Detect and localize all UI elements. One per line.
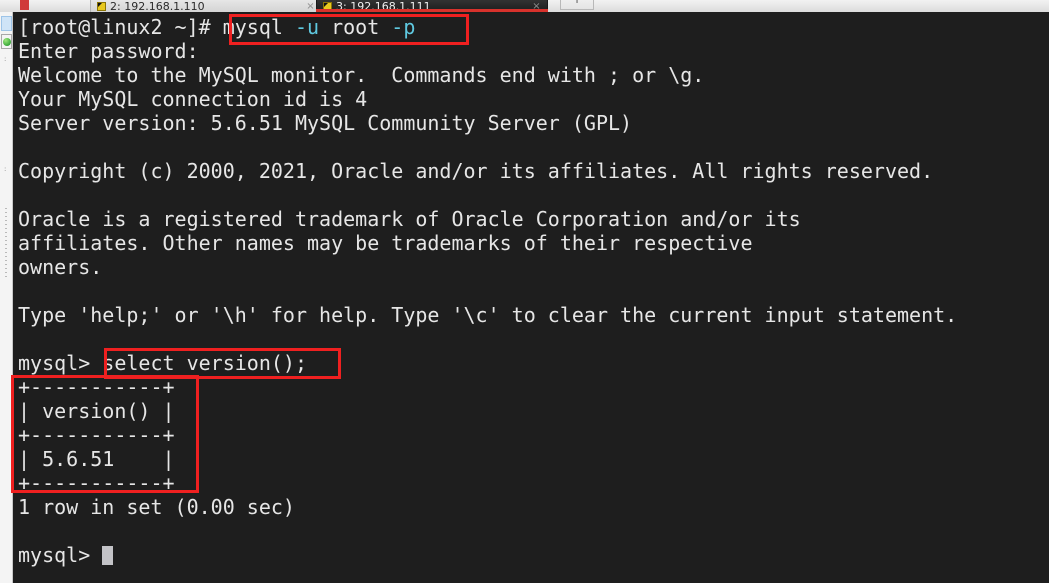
new-tab-button[interactable]: + <box>560 0 594 10</box>
terminal-text: select version(); <box>102 351 307 375</box>
terminal-text: mysql> <box>18 543 103 567</box>
tab-strip: 2: 192.168.1.110 × 3: 192.168.1.111 × + <box>0 0 1049 12</box>
line-final-prompt: mysql> <box>18 543 1049 567</box>
terminal-text: | 5.6.51 | <box>18 447 175 471</box>
line-blank-2 <box>18 183 1049 207</box>
terminal-text: Enter password: <box>18 39 199 63</box>
line-prompt-mysql-login: [root@linux2 ~]# mysql -u root -p <box>18 15 1049 39</box>
line-trademark-2: affiliates. Other names may be trademark… <box>18 231 1049 255</box>
line-connection-id: Your MySQL connection id is 4 <box>18 87 1049 111</box>
terminal-text: +-----------+ <box>18 423 175 447</box>
line-enter-password: Enter password: <box>18 39 1049 63</box>
tab-session-1[interactable]: 2: 192.168.1.110 × <box>90 0 322 12</box>
terminal-text: Server version: 5.6.51 MySQL Community S… <box>18 111 633 135</box>
terminal-text: Your MySQL connection id is 4 <box>18 87 368 111</box>
line-blank-4 <box>18 327 1049 351</box>
line-table-header: | version() | <box>18 399 1049 423</box>
line-trademark-1: Oracle is a registered trademark of Orac… <box>18 207 1049 231</box>
app-window: 2: 192.168.1.110 × 3: 192.168.1.111 × + … <box>0 0 1049 583</box>
terminal-text: mysql <box>222 15 295 39</box>
terminal-text: -u <box>294 15 320 39</box>
tab-session-1-label: 2: 192.168.1.110 <box>110 0 205 12</box>
sidebar-ellipsis-icon: : <box>4 55 7 63</box>
terminal-text: Copyright (c) 2000, 2021, Oracle and/or … <box>18 159 934 183</box>
line-server-version: Server version: 5.6.51 MySQL Community S… <box>18 111 1049 135</box>
line-table-mid-border: +-----------+ <box>18 423 1049 447</box>
line-blank-5 <box>18 519 1049 543</box>
terminal-text: +-----------+ <box>18 471 175 495</box>
line-query-select-version: mysql> select version(); <box>18 351 1049 375</box>
line-table-bottom-border: +-----------+ <box>18 471 1049 495</box>
terminal-text: Welcome to the MySQL monitor. Commands e… <box>18 63 705 87</box>
terminal-text: root <box>319 15 392 39</box>
line-help-hint: Type 'help;' or '\h' for help. Type '\c'… <box>18 303 1049 327</box>
terminal-text: +-----------+ <box>18 375 175 399</box>
terminal-text: [root@linux2 ~]# <box>18 15 223 39</box>
line-blank-1 <box>18 135 1049 159</box>
terminal-text: mysql> <box>18 351 103 375</box>
line-copyright: Copyright (c) 2000, 2021, Oracle and/or … <box>18 159 1049 183</box>
terminal-output: [root@linux2 ~]# mysql -u root -p Enter p… <box>18 15 1049 567</box>
recording-indicator-icon <box>20 0 29 10</box>
sidebar-item-connected[interactable] <box>1 34 12 49</box>
terminal-session-icon <box>97 2 106 11</box>
terminal-text: 1 row in set (0.00 sec) <box>18 495 295 519</box>
line-blank-3 <box>18 279 1049 303</box>
line-table-top-border: +-----------+ <box>18 375 1049 399</box>
terminal-text: | version() | <box>18 399 175 423</box>
line-table-row-1: | 5.6.51 | <box>18 447 1049 471</box>
terminal-text: -p <box>391 15 416 39</box>
terminal-screen[interactable]: [root@linux2 ~]# mysql -u root -p Enter p… <box>13 12 1049 583</box>
close-icon[interactable]: × <box>305 1 316 12</box>
terminal-cursor <box>102 546 114 565</box>
sidebar-splitter-handle[interactable] <box>5 208 7 278</box>
terminal-text: Oracle is a registered trademark of Orac… <box>18 207 801 231</box>
line-row-count: 1 row in set (0.00 sec) <box>18 495 1049 519</box>
line-welcome: Welcome to the MySQL monitor. Commands e… <box>18 63 1049 87</box>
sidebar-item-selected[interactable] <box>1 16 12 31</box>
sidebar-ellipsis-icon: : <box>4 165 7 173</box>
line-trademark-3: owners. <box>18 255 1049 279</box>
session-sidebar[interactable]: : : <box>0 12 13 583</box>
terminal-text: owners. <box>18 255 103 279</box>
connected-status-icon <box>3 38 11 46</box>
terminal-text: Type 'help;' or '\h' for help. Type '\c'… <box>18 303 958 327</box>
terminal-text: affiliates. Other names may be trademark… <box>18 231 753 255</box>
